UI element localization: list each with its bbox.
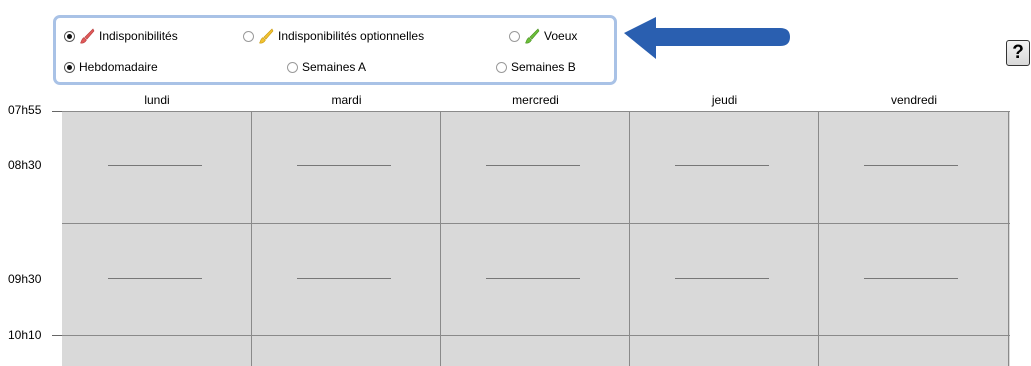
schedule-grid[interactable] <box>62 111 1010 366</box>
option-label: Semaines B <box>511 60 576 74</box>
half-hour-marker <box>864 165 958 166</box>
radio-semaines-a[interactable]: Semaines A <box>287 60 366 74</box>
row-divider <box>62 335 1010 336</box>
radio-semaines-b[interactable]: Semaines B <box>496 60 576 74</box>
day-header-lundi: lundi <box>144 93 170 107</box>
radio-button-checked[interactable] <box>64 30 75 42</box>
day-header-mercredi: mercredi <box>512 93 559 107</box>
radio-indisponibilites-optionnelles[interactable]: Indisponibilités optionnelles <box>243 28 424 44</box>
column-divider <box>251 111 252 366</box>
radio-button[interactable] <box>509 30 520 42</box>
row-divider <box>62 111 1010 112</box>
half-hour-marker <box>486 278 580 279</box>
green-brush-icon <box>525 28 540 44</box>
half-hour-marker <box>675 165 769 166</box>
day-header-mardi: mardi <box>331 93 362 107</box>
time-tick <box>52 111 62 112</box>
radio-button[interactable] <box>287 61 298 73</box>
option-label: Indisponibilités <box>99 29 178 43</box>
half-hour-marker <box>486 165 580 166</box>
time-label: 08h30 <box>8 158 42 172</box>
radio-button[interactable] <box>496 61 507 73</box>
column-divider <box>1008 111 1009 366</box>
red-brush-icon <box>80 28 95 44</box>
time-label: 10h10 <box>8 328 42 342</box>
half-hour-marker <box>297 165 391 166</box>
half-hour-marker <box>864 278 958 279</box>
half-hour-marker <box>108 165 202 166</box>
radio-button-checked[interactable] <box>64 61 75 73</box>
row-divider <box>62 223 1010 224</box>
options-panel: Indisponibilités Indisponibilités option… <box>53 15 617 85</box>
radio-indisponibilites[interactable]: Indisponibilités <box>64 28 178 44</box>
day-header-vendredi: vendredi <box>890 93 938 107</box>
time-tick <box>52 335 62 336</box>
time-label: 09h30 <box>8 272 42 286</box>
radio-voeux[interactable]: Voeux <box>509 28 577 44</box>
column-divider <box>818 111 819 366</box>
option-label: Semaines A <box>302 60 367 74</box>
day-header-jeudi: jeudi <box>711 93 738 107</box>
radio-button[interactable] <box>243 30 254 42</box>
half-hour-marker <box>675 278 769 279</box>
column-divider <box>440 111 441 366</box>
help-button[interactable]: ? <box>1006 40 1030 66</box>
option-label: Hebdomadaire <box>79 60 158 74</box>
option-label: Indisponibilités optionnelles <box>278 29 425 43</box>
yellow-brush-icon <box>259 28 274 44</box>
time-label: 07h55 <box>8 103 42 117</box>
radio-hebdomadaire[interactable]: Hebdomadaire <box>64 60 158 74</box>
half-hour-marker <box>108 278 202 279</box>
column-divider <box>629 111 630 366</box>
half-hour-marker <box>297 278 391 279</box>
left-arrow-icon <box>624 17 790 59</box>
option-label: Voeux <box>544 29 578 43</box>
